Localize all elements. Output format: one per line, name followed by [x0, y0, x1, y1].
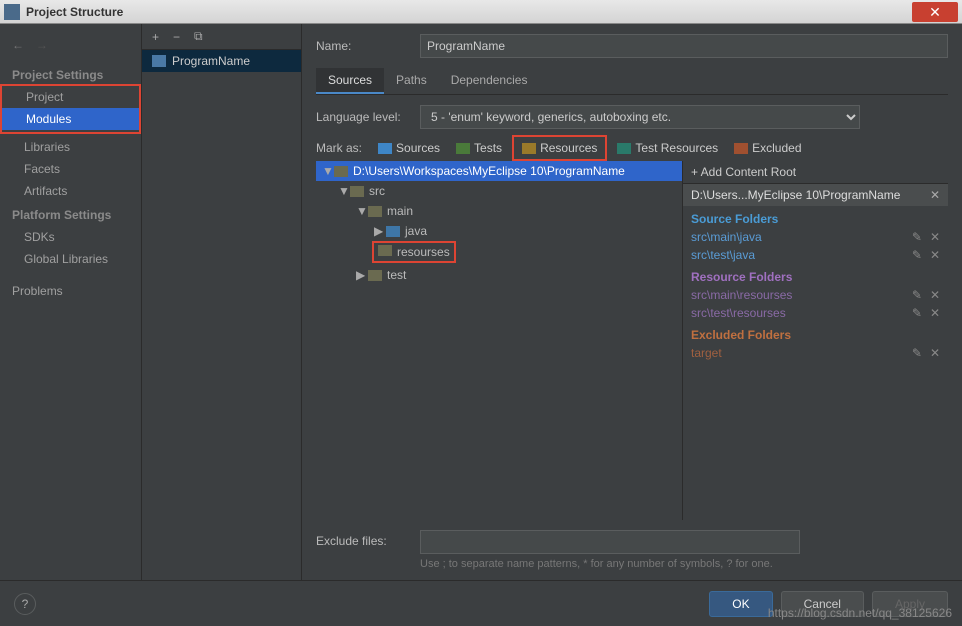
tree-node-main[interactable]: ▼main — [316, 201, 682, 221]
nav-forward-icon[interactable]: → — [36, 38, 48, 52]
remove-icon[interactable]: ✕ — [930, 346, 940, 360]
folder-yellow-icon — [522, 143, 536, 154]
titlebar: Project Structure ✕ — [0, 0, 962, 24]
folder-blue-icon — [378, 143, 392, 154]
module-list: + − ⧉ ProgramName — [142, 24, 302, 580]
edit-icon[interactable]: ✎ — [912, 346, 922, 360]
sidebar-item-facets[interactable]: Facets — [0, 158, 141, 180]
sidebar-item-problems[interactable]: Problems — [0, 280, 141, 302]
mark-test-resources-button[interactable]: Test Resources — [613, 139, 722, 157]
window-title: Project Structure — [26, 5, 912, 19]
folder-entry[interactable]: target✎✕ — [683, 344, 948, 362]
folder-green-icon — [456, 143, 470, 154]
sidebar-item-libraries[interactable]: Libraries — [0, 136, 141, 158]
copy-module-icon[interactable]: ⧉ — [194, 29, 203, 44]
folder-entry[interactable]: src\test\resourses✎✕ — [683, 304, 948, 322]
tab-paths[interactable]: Paths — [384, 68, 439, 94]
remove-module-icon[interactable]: − — [173, 30, 180, 44]
tree-node-resourses[interactable]: resourses — [372, 241, 456, 263]
remove-icon[interactable]: ✕ — [930, 248, 940, 262]
ok-button[interactable]: OK — [709, 591, 772, 617]
module-folder-icon — [152, 55, 166, 67]
language-level-select[interactable]: 5 - 'enum' keyword, generics, autoboxing… — [420, 105, 860, 129]
platform-settings-header: Platform Settings — [0, 202, 141, 226]
module-item[interactable]: ProgramName — [142, 50, 301, 72]
folder-teal-icon — [617, 143, 631, 154]
mark-resources-button[interactable]: Resources — [518, 139, 601, 157]
exclude-files-label: Exclude files: — [316, 530, 420, 548]
mark-as-row: Mark as: Sources Tests Resources Test Re… — [316, 139, 948, 157]
help-button[interactable]: ? — [14, 593, 36, 615]
folder-icon — [334, 166, 348, 177]
mark-sources-button[interactable]: Sources — [374, 139, 444, 157]
source-tree: ▼ D:\Users\Workspaces\MyEclipse 10\Progr… — [316, 161, 682, 520]
folder-entry[interactable]: src\test\java✎✕ — [683, 246, 948, 264]
exclude-files-hint: Use ; to separate name patterns, * for a… — [420, 554, 800, 570]
sidebar-item-sdks[interactable]: SDKs — [0, 226, 141, 248]
sidebar-item-artifacts[interactable]: Artifacts — [0, 180, 141, 202]
edit-icon[interactable]: ✎ — [912, 306, 922, 320]
content-root-path[interactable]: D:\Users...MyEclipse 10\ProgramName ✕ — [683, 184, 948, 206]
tab-sources[interactable]: Sources — [316, 68, 384, 94]
mark-tests-button[interactable]: Tests — [452, 139, 506, 157]
exclude-files-input[interactable] — [420, 530, 800, 554]
mark-as-label: Mark as: — [316, 141, 362, 155]
apply-button[interactable]: Apply — [872, 591, 948, 617]
content-panel: Name: Sources Paths Dependencies Languag… — [302, 24, 962, 580]
remove-icon[interactable]: ✕ — [930, 306, 940, 320]
name-label: Name: — [316, 39, 420, 53]
folder-icon — [350, 186, 364, 197]
footer: ? OK Cancel Apply — [0, 580, 962, 626]
add-module-icon[interactable]: + — [152, 30, 159, 44]
language-level-label: Language level: — [316, 110, 420, 124]
folder-group-title: Resource Folders — [683, 264, 948, 286]
sidebar-item-global-libraries[interactable]: Global Libraries — [0, 248, 141, 270]
cancel-button[interactable]: Cancel — [781, 591, 864, 617]
tree-node-test[interactable]: ▶test — [316, 265, 682, 285]
content-roots-panel: + Add Content Root D:\Users...MyEclipse … — [682, 161, 948, 520]
nav-back-icon[interactable]: ← — [12, 38, 24, 52]
tree-root[interactable]: ▼ D:\Users\Workspaces\MyEclipse 10\Progr… — [316, 161, 682, 181]
tree-node-java[interactable]: ▶java — [316, 221, 682, 241]
folder-icon — [386, 226, 400, 237]
folder-icon — [378, 245, 392, 256]
folder-entry[interactable]: src\main\java✎✕ — [683, 228, 948, 246]
mark-excluded-button[interactable]: Excluded — [730, 139, 805, 157]
add-content-root-button[interactable]: + Add Content Root — [683, 161, 948, 184]
app-icon — [4, 4, 20, 20]
remove-root-icon[interactable]: ✕ — [930, 188, 940, 202]
folder-icon — [368, 206, 382, 217]
tab-dependencies[interactable]: Dependencies — [439, 68, 540, 94]
edit-icon[interactable]: ✎ — [912, 288, 922, 302]
remove-icon[interactable]: ✕ — [930, 230, 940, 244]
project-settings-header: Project Settings — [0, 62, 141, 86]
edit-icon[interactable]: ✎ — [912, 230, 922, 244]
folder-icon — [368, 270, 382, 281]
module-name-label: ProgramName — [172, 54, 250, 68]
folder-group-title: Source Folders — [683, 206, 948, 228]
folder-orange-icon — [734, 143, 748, 154]
tabs: Sources Paths Dependencies — [316, 68, 948, 95]
sidebar-item-modules[interactable]: Modules — [2, 108, 139, 130]
module-name-input[interactable] — [420, 34, 948, 58]
tree-node-src[interactable]: ▼src — [316, 181, 682, 201]
folder-group-title: Excluded Folders — [683, 322, 948, 344]
remove-icon[interactable]: ✕ — [930, 288, 940, 302]
sidebar: ← → Project Settings Project Modules Lib… — [0, 24, 142, 580]
folder-entry[interactable]: src\main\resourses✎✕ — [683, 286, 948, 304]
close-icon[interactable]: ✕ — [912, 2, 958, 22]
sidebar-item-project[interactable]: Project — [2, 86, 139, 108]
edit-icon[interactable]: ✎ — [912, 248, 922, 262]
